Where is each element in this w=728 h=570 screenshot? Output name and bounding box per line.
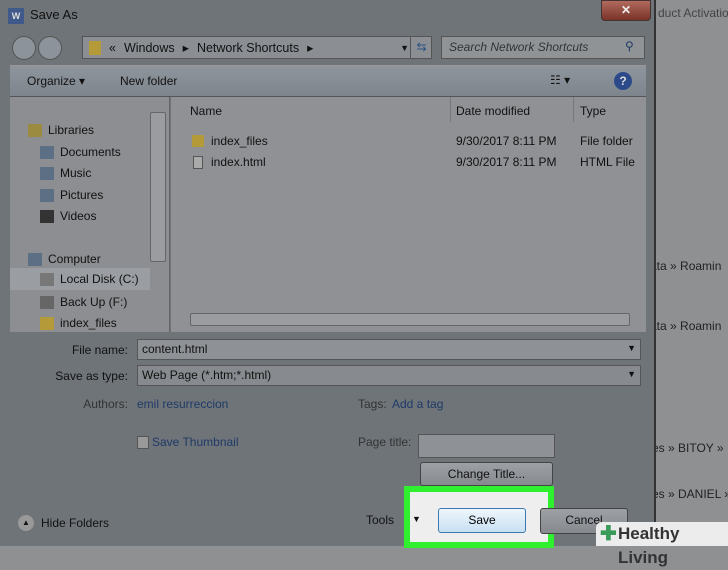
word-app-icon: W — [8, 8, 24, 24]
background-text: ata » Roamin — [650, 259, 722, 273]
column-type[interactable]: Type — [580, 104, 606, 118]
file-type: File folder — [580, 134, 633, 148]
save-button[interactable]: Save — [438, 508, 526, 533]
tools-button[interactable]: Tools — [366, 513, 394, 527]
organize-button[interactable]: Organize ▾ — [27, 74, 85, 88]
breadcrumb-windows[interactable]: Windows — [124, 41, 175, 55]
folder-icon — [89, 40, 101, 55]
chevron-right-icon: ▸ — [182, 41, 189, 55]
background-text: duct Activatio — [658, 6, 728, 20]
page-title-label: Page title: — [358, 435, 412, 449]
chevron-right-icon: ▸ — [307, 41, 314, 55]
authors-label: Authors: — [83, 397, 128, 411]
file-date: 9/30/2017 8:11 PM — [456, 155, 557, 169]
breadcrumb-overflow[interactable]: « — [109, 41, 116, 55]
toolbar: Organize ▾ New folder ☷ ▾ ? — [10, 65, 646, 97]
file-name: index.html — [211, 155, 266, 169]
background-text: ata » Roamin — [650, 319, 722, 333]
help-icon[interactable]: ? — [614, 72, 632, 90]
chevron-down-icon: ▼ — [627, 343, 636, 353]
folder-icon — [192, 135, 204, 147]
chevron-down-icon[interactable]: ▼ — [400, 43, 409, 53]
html-file-icon — [193, 156, 203, 169]
nav-item-music[interactable]: Music — [40, 166, 91, 180]
dialog-title: Save As — [30, 7, 78, 22]
chevron-down-icon: ▼ — [627, 369, 636, 379]
view-options-icon[interactable]: ☷ ▾ — [550, 73, 570, 87]
search-input[interactable]: Search Network Shortcuts — [441, 36, 645, 59]
nav-item-libraries[interactable]: Libraries — [28, 123, 94, 137]
file-row[interactable]: index.html 9/30/2017 8:11 PM HTML File — [171, 152, 646, 172]
nav-item-local-disk[interactable]: Local Disk (C:) — [10, 268, 150, 290]
nav-item-backup[interactable]: Back Up (F:) — [40, 295, 127, 309]
file-list: Name Date modified Type index_files 9/30… — [171, 97, 646, 332]
healthy-living-watermark: ✚ Healthy Living — [596, 522, 728, 567]
search-icon[interactable]: ⚲ — [625, 39, 634, 53]
chevron-up-icon[interactable]: ▲ — [18, 515, 34, 531]
file-type: HTML File — [580, 155, 635, 169]
background-text: es » BITOY » — [652, 441, 724, 455]
back-button[interactable] — [12, 36, 36, 60]
file-name-input[interactable]: content.html ▼ — [137, 339, 641, 360]
close-button[interactable]: ✕ — [601, 0, 651, 21]
nav-scrollbar[interactable] — [150, 112, 166, 262]
breadcrumb-network-shortcuts[interactable]: Network Shortcuts — [197, 41, 299, 55]
save-thumbnail-label[interactable]: Save Thumbnail — [152, 435, 239, 449]
column-date-modified[interactable]: Date modified — [456, 104, 530, 118]
change-title-button[interactable]: Change Title... — [420, 462, 553, 486]
nav-item-index-files[interactable]: index_files — [40, 316, 117, 330]
file-name-label: File name: — [71, 343, 128, 357]
tags-label: Tags: — [358, 397, 387, 411]
navigation-pane: Libraries Documents Music Pictures Video… — [10, 97, 170, 332]
forward-button[interactable] — [38, 36, 62, 60]
nav-item-documents[interactable]: Documents — [40, 145, 121, 159]
file-date: 9/30/2017 8:11 PM — [456, 134, 557, 148]
nav-item-videos[interactable]: Videos — [40, 209, 96, 223]
horizontal-scrollbar[interactable] — [190, 313, 630, 326]
save-as-type-select[interactable]: Web Page (*.htm;*.html) ▼ — [137, 365, 641, 386]
column-name[interactable]: Name — [190, 104, 222, 118]
address-bar[interactable]: « Windows ▸ Network Shortcuts ▸ ▼ — [82, 36, 432, 59]
save-as-type-label: Save as type: — [55, 369, 128, 383]
tools-dropdown-icon[interactable]: ▼ — [412, 514, 421, 524]
nav-item-computer[interactable]: Computer — [28, 252, 101, 266]
save-as-dialog: W Save As ✕ « Windows ▸ Network Shortcuts… — [0, 0, 656, 548]
background-text: es » DANIEL » — [652, 487, 728, 501]
authors-value[interactable]: emil resurreccion — [137, 397, 228, 411]
nav-item-pictures[interactable]: Pictures — [40, 188, 103, 202]
refresh-icon[interactable]: ⇆ — [410, 37, 432, 58]
new-folder-button[interactable]: New folder — [120, 74, 177, 88]
hide-folders-button[interactable]: Hide Folders — [41, 516, 109, 530]
page-title-input[interactable] — [418, 434, 555, 458]
tags-value[interactable]: Add a tag — [392, 397, 443, 411]
plus-icon: ✚ — [600, 523, 617, 545]
file-name: index_files — [211, 134, 268, 148]
save-thumbnail-checkbox[interactable] — [137, 436, 149, 449]
file-row[interactable]: index_files 9/30/2017 8:11 PM File folde… — [171, 131, 646, 151]
